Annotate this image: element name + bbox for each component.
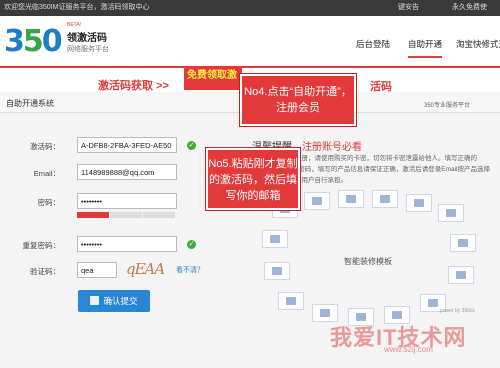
welcome-text: 欢迎您光临350IM证服务平台，激活码领取中心: [4, 4, 150, 11]
step4-callout: No4.点击“自助开通”，注册会员: [240, 74, 356, 126]
ring-label: 智能装修模板: [344, 257, 392, 266]
nav-self-service[interactable]: 自助开通: [408, 38, 443, 58]
template-illustration: 智能装修模板: [262, 190, 480, 340]
email-field[interactable]: 1148989888@qq.com: [77, 164, 177, 180]
template-tile: [448, 266, 474, 284]
site-logo[interactable]: 350 BETA! 领激活码 网络服务平台: [4, 22, 114, 62]
top-bar: 欢迎您光临350IM证服务平台，激活码领取中心 键安告 永久免费使: [0, 0, 500, 16]
site-header: 350 BETA! 领激活码 网络服务平台 后台登陆 自助开通 淘宝快修式开: [0, 16, 500, 66]
submit-button[interactable]: 确认提交: [78, 290, 150, 312]
code-label: 激活码：: [30, 142, 60, 151]
logo-title: 领激活码: [67, 33, 107, 44]
refresh-captcha-link[interactable]: 看不清？: [176, 265, 204, 275]
captcha-image[interactable]: qEAA: [126, 260, 168, 278]
step5-callout: No5.粘贴刚才复制的激活码，然后填写你的邮箱: [206, 148, 300, 210]
password-label: 密码：: [37, 198, 61, 207]
activation-code-input[interactable]: A-DFB8-2FBA-3FED-AE50: [77, 137, 177, 153]
logo-number: 350: [4, 24, 63, 59]
template-tile: [438, 204, 464, 222]
template-tile: [338, 190, 364, 208]
email-label: Email：: [33, 169, 60, 178]
tab-self-service-system[interactable]: 自助开通系统: [6, 98, 54, 109]
confirm-password-field[interactable]: ••••••••: [77, 236, 177, 252]
check-icon: ✓: [187, 141, 196, 150]
top-link-1[interactable]: 键安告: [398, 0, 419, 16]
template-tile: [262, 230, 288, 248]
logo-subtitle: 网络服务平台: [67, 46, 109, 53]
password-field[interactable]: ••••••••: [77, 193, 177, 209]
banner-get-code: 激活码获取 >>: [98, 80, 169, 92]
nav-taobao[interactable]: 淘宝快修式开: [456, 38, 500, 50]
beta-badge: BETA!: [67, 22, 82, 28]
confirm-password-label: 重复密码：: [22, 241, 61, 250]
powered-by: power by 350cc: [440, 308, 476, 314]
top-link-2[interactable]: 永久免费使: [452, 0, 487, 16]
free-code-button[interactable]: 免费领取激: [184, 68, 242, 90]
submit-icon: [90, 296, 100, 305]
section-slogan: 350专业服务平台: [424, 103, 471, 109]
template-tile: [278, 292, 304, 310]
captcha-input[interactable]: qea: [77, 262, 117, 278]
check-icon: ✓: [187, 240, 196, 249]
template-tile: [264, 262, 290, 280]
template-tile: [304, 192, 330, 210]
captcha-label: 验证码：: [30, 267, 60, 276]
submit-label: 确认提交: [103, 296, 138, 306]
watermark-url: www.52ij.com: [384, 345, 433, 354]
template-tile: [406, 194, 432, 212]
nav-login[interactable]: 后台登陆: [356, 38, 390, 50]
password-strength-meter: [77, 210, 177, 218]
template-tile: [372, 190, 398, 208]
template-tile: [450, 234, 476, 252]
